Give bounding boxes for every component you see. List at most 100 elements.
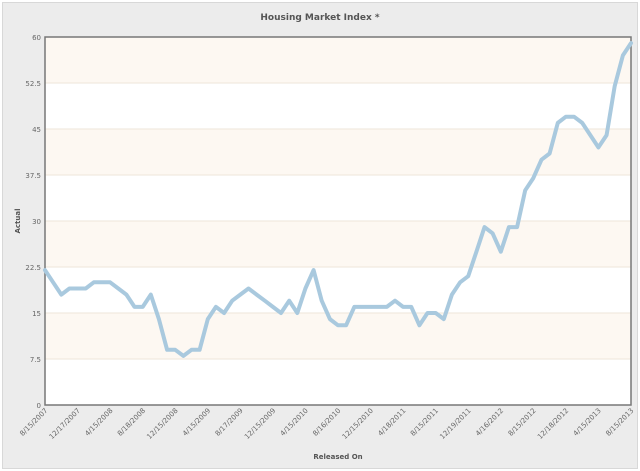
data-point — [214, 305, 218, 309]
x-tick-label: 12/15/2010 — [341, 407, 375, 441]
x-tick-label: 12/19/2011 — [438, 407, 472, 441]
data-point — [43, 268, 47, 272]
data-point — [108, 280, 112, 284]
data-point — [556, 121, 560, 125]
data-point — [352, 305, 356, 309]
x-tick-label: 4/15/2010 — [279, 407, 310, 438]
data-point — [295, 311, 299, 315]
plot-band — [45, 175, 631, 221]
x-tick-label: 8/15/2012 — [507, 407, 538, 438]
data-point — [548, 152, 552, 156]
x-tick-label: 4/18/2011 — [376, 407, 407, 438]
data-point — [507, 225, 511, 229]
x-tick-label: 12/17/2007 — [48, 407, 82, 441]
data-point — [141, 305, 145, 309]
line-chart: 07.51522.53037.54552.560 8/15/200712/17/… — [14, 13, 635, 461]
data-point — [116, 286, 120, 290]
data-point — [377, 305, 381, 309]
plot-band — [45, 129, 631, 175]
data-point — [165, 348, 169, 352]
x-axis-label: Released On — [313, 453, 362, 461]
data-point — [230, 299, 234, 303]
data-point — [255, 293, 259, 297]
data-point — [133, 305, 137, 309]
y-tick-label: 15 — [32, 310, 41, 318]
data-point — [238, 293, 242, 297]
data-point — [312, 268, 316, 272]
data-point — [59, 293, 63, 297]
data-point — [531, 176, 535, 180]
data-point — [263, 299, 267, 303]
data-point — [198, 348, 202, 352]
plot-band — [45, 313, 631, 359]
data-point — [173, 348, 177, 352]
data-point — [474, 250, 478, 254]
data-point — [279, 311, 283, 315]
data-point — [67, 286, 71, 290]
y-tick-label: 30 — [32, 218, 41, 226]
data-point — [149, 293, 153, 297]
data-point — [483, 225, 486, 229]
data-point — [588, 133, 592, 137]
plot-band — [45, 221, 631, 267]
data-point — [409, 305, 413, 309]
y-tick-label: 52.5 — [25, 80, 41, 88]
data-point — [328, 317, 332, 321]
data-point — [613, 84, 617, 88]
data-point — [344, 323, 348, 327]
y-tick-label: 22.5 — [25, 264, 41, 272]
data-point — [466, 274, 470, 278]
x-tick-label: 8/17/2009 — [214, 407, 245, 438]
data-point — [426, 311, 430, 315]
x-tick-label: 8/16/2010 — [311, 407, 342, 438]
data-point — [539, 158, 543, 162]
x-tick-label: 8/18/2008 — [116, 407, 147, 438]
data-point — [515, 225, 519, 229]
plot-band — [45, 359, 631, 405]
data-point — [84, 286, 88, 290]
data-point — [564, 115, 568, 119]
y-tick-label: 37.5 — [25, 172, 41, 180]
data-point — [271, 305, 275, 309]
data-point — [458, 280, 462, 284]
plot-band — [45, 37, 631, 83]
data-point — [605, 133, 609, 137]
y-tick-label: 7.5 — [30, 356, 41, 364]
data-point — [401, 305, 405, 309]
data-point — [572, 115, 576, 119]
data-point — [417, 323, 421, 327]
data-point — [434, 311, 438, 315]
y-axis-label: Actual — [14, 208, 22, 233]
data-point — [385, 305, 389, 309]
data-point — [442, 317, 446, 321]
data-point — [157, 317, 161, 321]
data-point — [76, 286, 80, 290]
y-tick-label: 45 — [32, 126, 41, 134]
data-point — [51, 280, 55, 284]
data-point — [499, 250, 503, 254]
x-tick-label: 12/15/2009 — [243, 407, 277, 441]
data-point — [580, 121, 584, 125]
x-tick-label: 8/15/2013 — [604, 407, 635, 438]
data-point — [621, 53, 625, 57]
x-tick-label: 4/15/2008 — [83, 407, 114, 438]
x-tick-label: 8/15/2007 — [18, 407, 49, 438]
data-point — [369, 305, 373, 309]
data-point — [190, 348, 193, 352]
data-point — [596, 145, 600, 149]
x-tick-label: 12/18/2012 — [536, 407, 570, 441]
data-point — [629, 41, 633, 45]
plot-band — [45, 83, 631, 129]
data-point — [393, 299, 397, 303]
x-tick-label: 8/15/2011 — [409, 407, 440, 438]
data-point — [336, 323, 340, 327]
data-point — [287, 299, 291, 303]
x-tick-label: 4/15/2013 — [572, 407, 603, 438]
x-tick-label: 12/15/2008 — [145, 407, 179, 441]
data-point — [124, 293, 128, 297]
data-point — [303, 286, 307, 290]
data-point — [100, 280, 104, 284]
data-point — [320, 299, 324, 303]
data-point — [222, 311, 226, 315]
data-point — [92, 280, 96, 284]
